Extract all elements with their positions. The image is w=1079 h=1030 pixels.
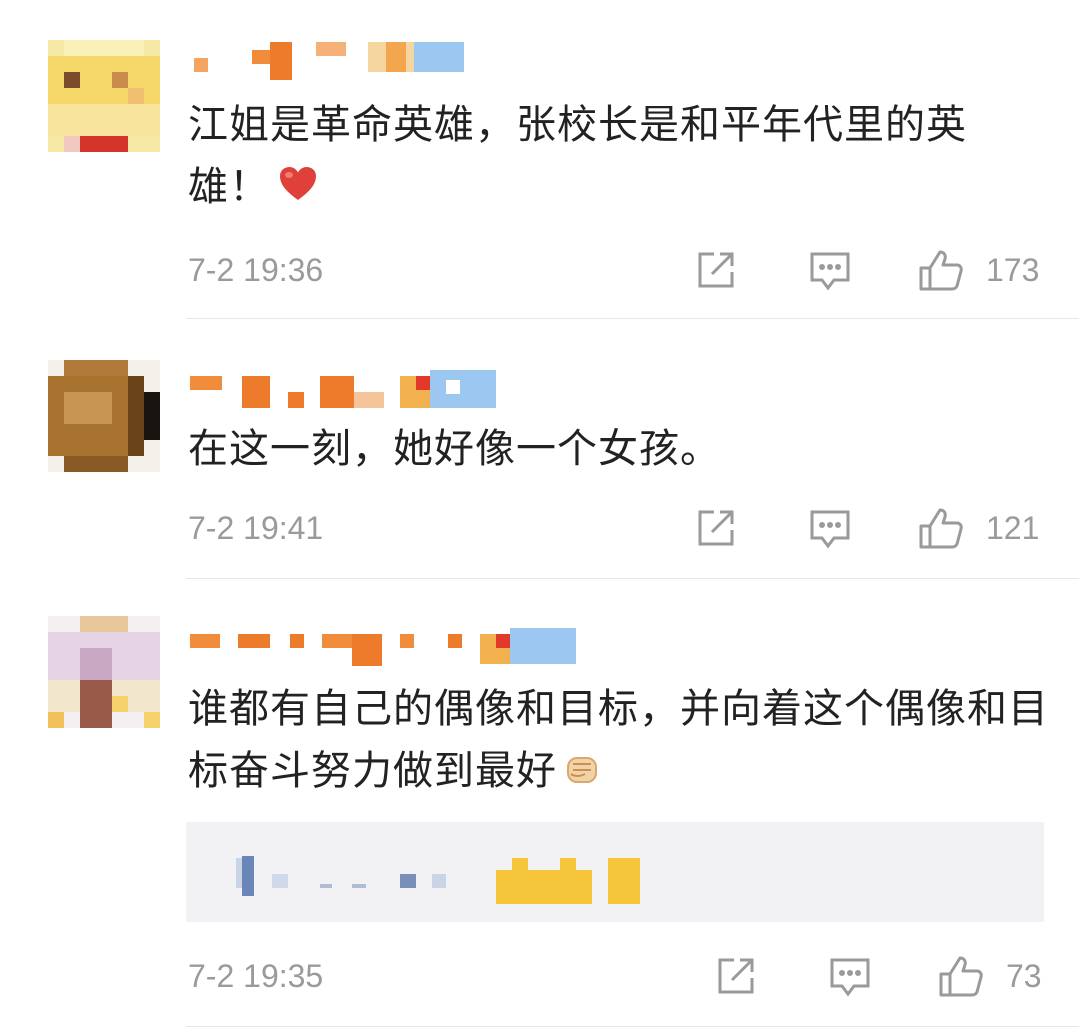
avatar[interactable] [48,616,160,728]
comment-icon[interactable] [828,954,872,998]
divider [186,1026,1079,1027]
comment-text: 江姐是革命英雄，张校长是和平年代里的英雄！ [188,94,1048,220]
like-count: 73 [1006,958,1042,994]
timestamp: 7-2 19:35 [188,958,324,994]
repost-icon[interactable] [714,954,758,998]
username-redacted[interactable] [190,370,510,408]
fist-emoji [565,742,599,804]
comment-item: 在这一刻，她好像一个女孩。 7-2 19:41 121 [0,320,1079,580]
comment-icon[interactable] [808,506,852,550]
divider [186,578,1079,579]
thumbs-up-icon[interactable] [918,506,963,550]
comment-icon[interactable] [808,248,852,292]
avatar[interactable] [48,360,160,472]
like-count: 121 [986,510,1040,546]
thumbs-up-icon[interactable] [918,248,963,292]
repost-icon[interactable] [694,248,738,292]
timestamp: 7-2 19:41 [188,510,324,546]
comment-text: 谁都有自己的偶像和目标，并向着这个偶像和目标奋斗努力做到最好 [188,678,1058,804]
avatar[interactable] [48,40,160,152]
timestamp: 7-2 19:36 [188,252,324,288]
comment-meta: 7-2 19:41 121 [188,506,1048,550]
like-count: 173 [986,252,1040,288]
comment-meta: 7-2 19:35 73 [188,954,1048,998]
username-redacted[interactable] [190,628,576,666]
repost-icon[interactable] [694,506,738,550]
comment-item: 谁都有自己的偶像和目标，并向着这个偶像和目标奋斗努力做到最好 7-2 19:35… [0,580,1079,1030]
thumbs-up-icon[interactable] [938,954,983,998]
comment-text: 在这一刻，她好像一个女孩。 [188,426,721,472]
username-redacted[interactable] [190,40,510,80]
comment-item: 江姐是革命英雄，张校长是和平年代里的英雄！ 7-2 19:36 173 [0,0,1079,320]
heart-emoji [278,158,318,220]
divider [186,318,1079,319]
comment-meta: 7-2 19:36 173 [188,248,1048,292]
reply-preview[interactable] [186,822,1044,922]
